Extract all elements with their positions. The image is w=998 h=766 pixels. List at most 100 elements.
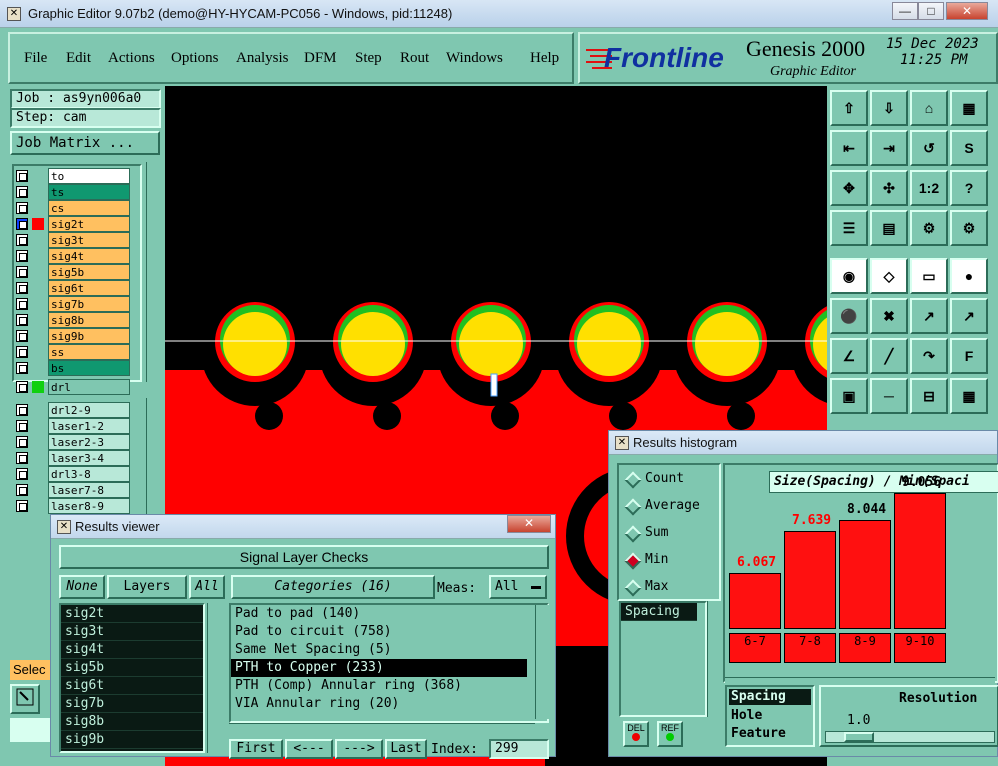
option-average[interactable]: Average xyxy=(619,496,719,518)
resolution-slider-thumb[interactable] xyxy=(844,732,874,742)
results-layer-item[interactable]: sig2t xyxy=(61,605,203,623)
layer-checkbox[interactable] xyxy=(16,282,28,294)
measure-icon[interactable]: ─ xyxy=(870,378,908,414)
results-layer-item[interactable]: sig8b xyxy=(61,713,203,731)
axis-item-feature[interactable]: Feature xyxy=(727,725,813,743)
delete-icon[interactable]: ✖ xyxy=(870,298,908,334)
axis-item-spacing[interactable]: Spacing xyxy=(729,689,811,705)
minimize-button[interactable]: — xyxy=(892,2,918,20)
layer-row-sig5b[interactable]: sig5b xyxy=(14,264,132,280)
layer-row-sig4t[interactable]: sig4t xyxy=(14,248,132,264)
results-layer-item[interactable]: sig7b xyxy=(61,695,203,713)
flip-icon[interactable]: F xyxy=(950,338,988,374)
drill-row-laser7-8[interactable]: laser7-8 xyxy=(14,482,132,498)
menu-options[interactable]: Options xyxy=(171,50,219,67)
drill-row-laser1-2[interactable]: laser1-2 xyxy=(14,418,132,434)
menu-analysis[interactable]: Analysis xyxy=(236,50,289,67)
layer-checkbox[interactable] xyxy=(16,404,28,416)
center-icon[interactable]: ✣ xyxy=(870,170,908,206)
all-button[interactable]: All xyxy=(189,575,225,599)
array-icon[interactable]: ▦ xyxy=(950,378,988,414)
layer-checkbox[interactable] xyxy=(16,346,28,358)
prev-button[interactable]: <--- xyxy=(285,739,333,759)
layers-icon[interactable]: ☰ xyxy=(830,210,868,246)
ruler-icon[interactable]: ▭ xyxy=(910,258,948,294)
categories-list[interactable]: Pad to pad (140) Pad to circuit (758) Same… xyxy=(229,603,549,723)
measure-item[interactable]: Spacing xyxy=(621,603,697,621)
drill-row-laser3-4[interactable]: laser3-4 xyxy=(14,450,132,466)
option-max[interactable]: Max xyxy=(619,577,719,599)
histogram-bar[interactable] xyxy=(894,493,946,629)
meas-select[interactable]: All xyxy=(489,575,547,599)
last-button[interactable]: Last xyxy=(385,739,427,759)
menu-actions[interactable]: Actions xyxy=(108,50,155,67)
layer-checkbox[interactable] xyxy=(16,218,28,230)
category-item[interactable]: PTH (Comp) Annular ring (368) xyxy=(231,677,547,695)
layer-checkbox[interactable] xyxy=(16,500,28,512)
layer-checkbox[interactable] xyxy=(16,468,28,480)
menu-rout[interactable]: Rout xyxy=(400,50,429,67)
category-item[interactable]: VIA Annular ring (20) xyxy=(231,695,547,713)
net-icon[interactable]: ⚫ xyxy=(830,298,868,334)
results-layer-item[interactable]: sig5b xyxy=(61,659,203,677)
rotate-icon[interactable]: ↷ xyxy=(910,338,948,374)
category-item[interactable]: Same Net Spacing (5) xyxy=(231,641,547,659)
help-icon[interactable]: ? xyxy=(950,170,988,206)
layer-checkbox[interactable] xyxy=(16,362,28,374)
resolution-slider[interactable] xyxy=(825,731,995,743)
layer-row-sig8b[interactable]: sig8b xyxy=(14,312,132,328)
menu-help[interactable]: Help xyxy=(530,50,559,67)
layer-checkbox[interactable] xyxy=(16,202,28,214)
shape-icon[interactable]: ◇ xyxy=(870,258,908,294)
layer-results-list[interactable]: sig2t sig3t sig4t sig5b sig6t sig7b sig8b sig9b xyxy=(59,603,205,753)
category-item[interactable]: Pad to pad (140) xyxy=(231,605,547,623)
ref-button[interactable]: REF xyxy=(657,721,683,747)
right-icon[interactable]: ⇥ xyxy=(870,130,908,166)
down-icon[interactable]: ⇩ xyxy=(870,90,908,126)
layer-checkbox[interactable] xyxy=(16,186,28,198)
option-sum[interactable]: Sum xyxy=(619,523,719,545)
distance-icon[interactable]: ⊟ xyxy=(910,378,948,414)
grid-icon[interactable]: ▦ xyxy=(950,90,988,126)
histogram-bar[interactable] xyxy=(784,531,836,629)
job-matrix-button[interactable]: Job Matrix ... xyxy=(10,131,160,155)
drill-layer-row[interactable]: drl xyxy=(14,379,132,395)
index-input[interactable]: 299 xyxy=(489,739,549,759)
menu-file[interactable]: File xyxy=(24,50,47,67)
layer-checkbox[interactable] xyxy=(16,330,28,342)
measure-scrollbar[interactable] xyxy=(707,601,719,717)
circle-icon[interactable]: ● xyxy=(950,258,988,294)
menu-windows[interactable]: Windows xyxy=(446,50,503,67)
categories-hscrollbar[interactable] xyxy=(229,723,535,735)
layer-row-sig3t[interactable]: sig3t xyxy=(14,232,132,248)
copy-icon[interactable]: ↗ xyxy=(950,298,988,334)
layer-row-sig6t[interactable]: sig6t xyxy=(14,280,132,296)
del-button[interactable]: DEL xyxy=(623,721,649,747)
layer-row-ts[interactable]: ts xyxy=(14,184,132,200)
scale-icon[interactable]: 1:2 xyxy=(910,170,948,206)
layer-checkbox[interactable] xyxy=(16,314,28,326)
layer-checkbox[interactable] xyxy=(16,234,28,246)
axis-item-hole[interactable]: Hole xyxy=(727,707,813,725)
layer-row-sig9b[interactable]: sig9b xyxy=(14,328,132,344)
layer-row-cs[interactable]: cs xyxy=(14,200,132,216)
layer-checkbox[interactable] xyxy=(16,484,28,496)
results-layer-item[interactable]: sig6t xyxy=(61,677,203,695)
axis-list[interactable]: Spacing Hole Feature xyxy=(725,685,815,747)
option-count[interactable]: Count xyxy=(619,469,719,491)
select-tool-button[interactable] xyxy=(10,684,40,714)
results-layer-item[interactable]: sig3t xyxy=(61,623,203,641)
line-icon[interactable]: ╱ xyxy=(870,338,908,374)
histogram-bar[interactable] xyxy=(729,573,781,629)
results-layer-item[interactable]: sig9b xyxy=(61,731,203,749)
menu-step[interactable]: Step xyxy=(355,50,382,67)
maximize-button[interactable]: □ xyxy=(918,2,944,20)
route2-icon[interactable]: ⚙ xyxy=(950,210,988,246)
option-min[interactable]: Min xyxy=(619,550,719,572)
up-icon[interactable]: ⇧ xyxy=(830,90,868,126)
measure-list[interactable]: Spacing xyxy=(619,601,707,717)
next-button[interactable]: ---> xyxy=(335,739,383,759)
histogram-bar[interactable] xyxy=(839,520,891,629)
home-icon[interactable]: ⌂ xyxy=(910,90,948,126)
menu-dfm[interactable]: DFM xyxy=(304,50,337,67)
